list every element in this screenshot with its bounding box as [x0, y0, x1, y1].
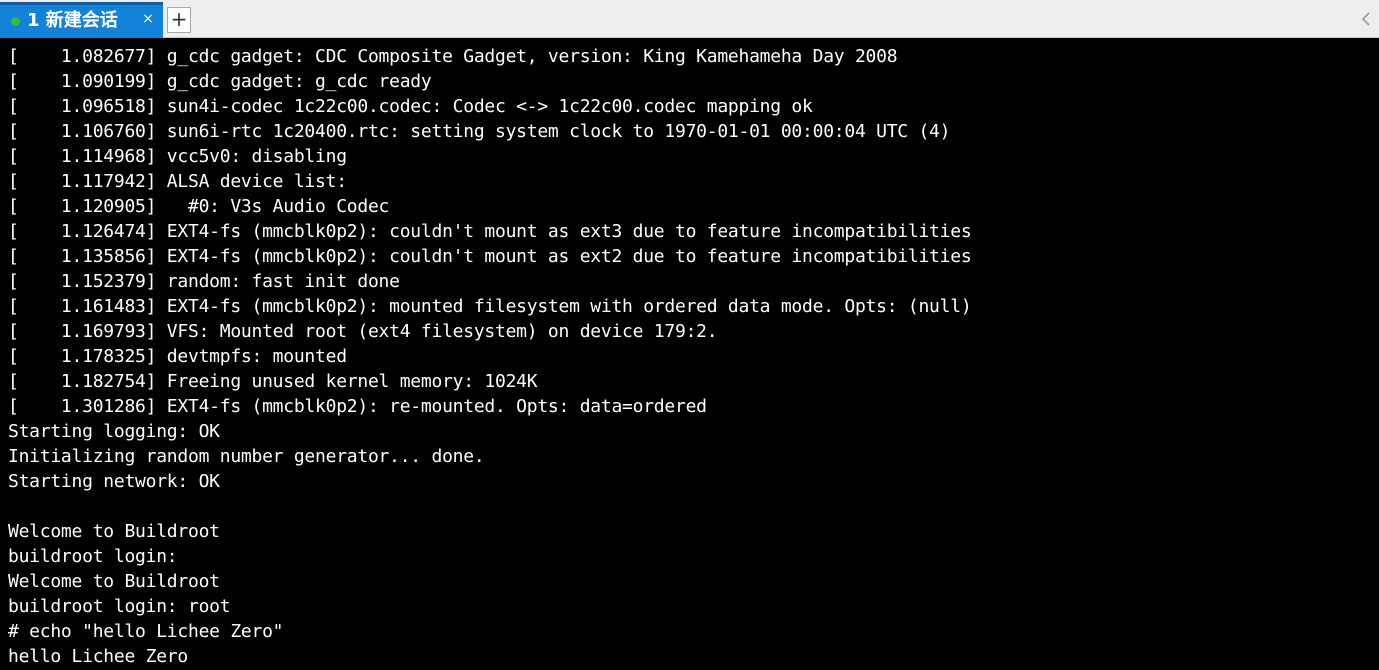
terminal-line: hello Lichee Zero	[8, 646, 188, 667]
terminal-line: [ 1.182754] Freeing unused kernel memory…	[8, 371, 538, 392]
tab-scroll-left-icon[interactable]	[1361, 12, 1371, 26]
connection-status-icon	[11, 17, 20, 26]
terminal-line: [ 1.090199] g_cdc gadget: g_cdc ready	[8, 71, 432, 92]
terminal-line: [ 1.301286] EXT4-fs (mmcblk0p2): re-moun…	[8, 396, 707, 417]
terminal-lines: [ 1.082677] g_cdc gadget: CDC Composite …	[8, 44, 972, 669]
terminal-line: Initializing random number generator... …	[8, 446, 485, 467]
terminal-line: # echo "hello Lichee Zero"	[8, 621, 284, 642]
terminal-line: [ 1.178325] devtmpfs: mounted	[8, 346, 347, 367]
session-tab-title[interactable]: 1 新建会话	[27, 9, 118, 33]
terminal-line: Starting logging: OK	[8, 421, 220, 442]
terminal-line: Starting network: OK	[8, 471, 220, 492]
close-icon[interactable]: ×	[141, 12, 155, 26]
terminal-line: [ 1.117942] ALSA device list:	[8, 171, 347, 192]
terminal-line: [ 1.114968] vcc5v0: disabling	[8, 146, 347, 167]
session-tab[interactable]: 1 新建会话 ×	[0, 2, 163, 38]
terminal-output[interactable]: [ 1.082677] g_cdc gadget: CDC Composite …	[0, 38, 1379, 670]
terminal-line: [ 1.161483] EXT4-fs (mmcblk0p2): mounted…	[8, 296, 972, 317]
terminal-line: buildroot login: root	[8, 596, 231, 617]
terminal-line: buildroot login:	[8, 546, 178, 567]
terminal-line: [ 1.120905] #0: V3s Audio Codec	[8, 196, 390, 217]
terminal-line: [ 1.096518] sun4i-codec 1c22c00.codec: C…	[8, 96, 813, 117]
tab-bar: 1 新建会话 × +	[0, 0, 1379, 38]
terminal-line: [ 1.106760] sun6i-rtc 1c20400.rtc: setti…	[8, 121, 951, 142]
terminal-line: Welcome to Buildroot	[8, 571, 220, 592]
terminal-line: [ 1.135856] EXT4-fs (mmcblk0p2): couldn'…	[8, 246, 972, 267]
terminal-line: [ 1.126474] EXT4-fs (mmcblk0p2): couldn'…	[8, 221, 972, 242]
terminal-line: Welcome to Buildroot	[8, 521, 220, 542]
terminal-line: [ 1.082677] g_cdc gadget: CDC Composite …	[8, 46, 898, 67]
add-tab-button[interactable]: +	[167, 7, 191, 33]
terminal-line: [ 1.169793] VFS: Mounted root (ext4 file…	[8, 321, 718, 342]
terminal-line: [ 1.152379] random: fast init done	[8, 271, 400, 292]
